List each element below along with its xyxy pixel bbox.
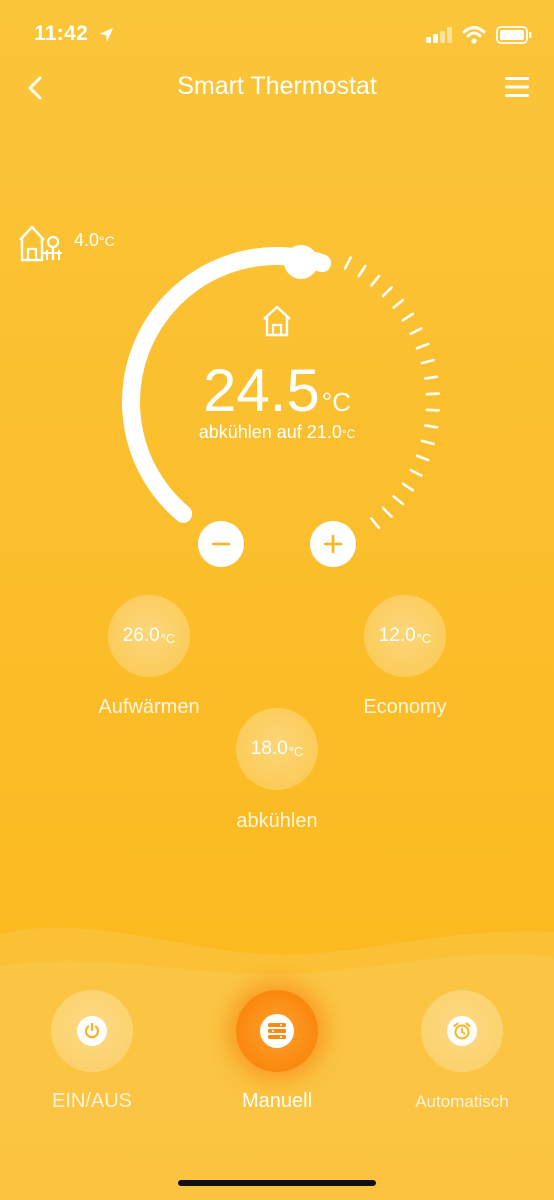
minus-icon xyxy=(211,542,231,546)
preset-abkuehlen-button[interactable]: 18.0 °C xyxy=(236,708,318,790)
preset-unit: °C xyxy=(160,630,176,646)
preset-label-aufwaermen: Aufwärmen xyxy=(98,696,200,718)
preset-unit: °C xyxy=(288,743,304,759)
alarm-clock-icon xyxy=(453,1022,471,1040)
plus-icon xyxy=(323,534,343,554)
preset-value: 26.0 xyxy=(122,625,160,646)
dial-tick xyxy=(409,468,423,477)
preset-label-economy: Economy xyxy=(363,696,447,718)
dial-tick xyxy=(381,286,393,298)
mode-label-automatic: Automatisch xyxy=(415,1092,509,1111)
dial-tick xyxy=(415,454,430,462)
preset-label-abkuehlen: abkühlen xyxy=(236,810,318,832)
dial-tick xyxy=(401,312,415,322)
dial-tick xyxy=(392,495,405,506)
preset-unit: °C xyxy=(416,630,432,646)
indoor-house-icon xyxy=(263,305,291,337)
dial-tick xyxy=(401,482,415,492)
home-indicator xyxy=(178,1180,376,1186)
dial-tick xyxy=(409,327,423,336)
preset-value: 12.0 xyxy=(378,625,416,646)
manual-list-icon xyxy=(268,1023,286,1039)
dial-tick xyxy=(381,506,393,518)
dial-tick xyxy=(415,342,430,350)
dial-tick xyxy=(357,264,367,278)
current-temp-value: 24.5 xyxy=(203,357,320,424)
dial-tick xyxy=(392,298,405,309)
dial-tick xyxy=(343,256,352,270)
target-temperature: abkühlen auf 21.0°C xyxy=(0,422,554,443)
dial-tick xyxy=(370,517,381,530)
increase-temp-button[interactable] xyxy=(310,521,356,567)
preset-economy-button[interactable]: 12.0 °C xyxy=(364,595,446,677)
target-unit: °C xyxy=(341,427,356,441)
dial-handle xyxy=(284,245,318,279)
current-temp-unit: °C xyxy=(321,387,351,417)
mode-label-power: EIN/AUS xyxy=(51,1090,133,1112)
power-icon xyxy=(84,1022,100,1039)
mode-automatic-button[interactable] xyxy=(421,990,503,1072)
preset-aufwaermen-button[interactable]: 26.0 °C xyxy=(108,595,190,677)
mode-power-button[interactable] xyxy=(51,990,133,1072)
target-text: abkühlen auf 21.0 xyxy=(198,422,342,442)
decrease-temp-button[interactable] xyxy=(198,521,244,567)
mode-manual-button[interactable] xyxy=(236,990,318,1072)
preset-value: 18.0 xyxy=(250,738,288,759)
dial-tick xyxy=(370,274,381,287)
mode-label-manual: Manuell xyxy=(241,1090,313,1112)
